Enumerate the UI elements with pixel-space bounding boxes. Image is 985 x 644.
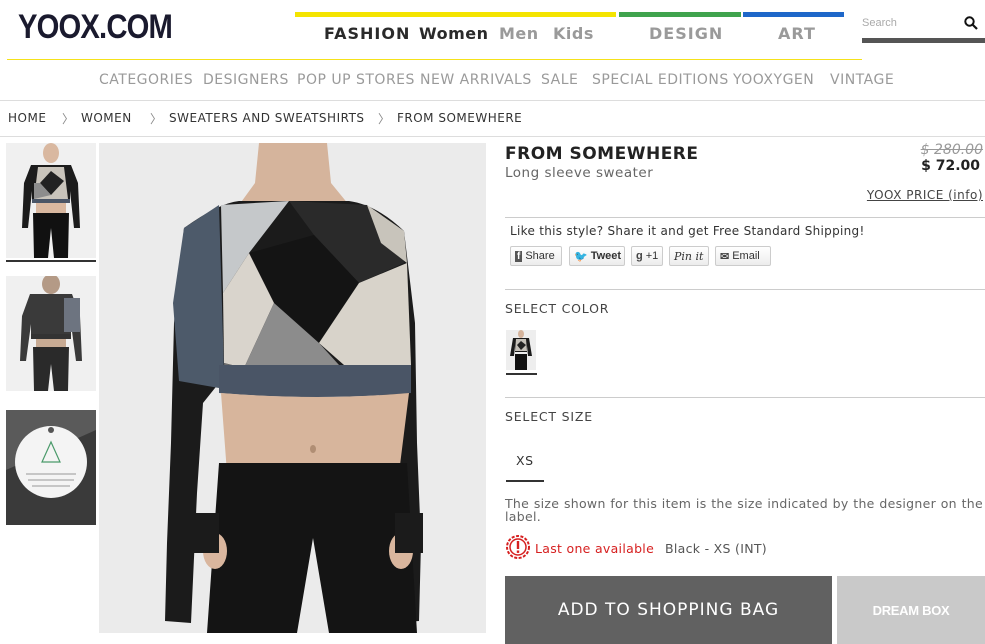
email-share-button[interactable]: ✉ Email	[715, 246, 771, 266]
email-label: Email	[732, 250, 760, 262]
warning-icon	[506, 535, 530, 559]
twitter-icon: 🐦	[574, 250, 588, 263]
plus-one-label: +1	[645, 250, 659, 262]
search-placeholder: Search	[862, 17, 897, 29]
color-swatch-black[interactable]	[506, 330, 536, 370]
breadcrumb-sweaters[interactable]: SWEATERS AND SWEATSHIRTS	[169, 111, 365, 125]
nav-fashion[interactable]: FASHION	[324, 24, 410, 43]
envelope-icon: ✉	[720, 250, 730, 263]
thumbnail-active-indicator	[6, 260, 96, 262]
search-input[interactable]: Search	[862, 12, 985, 36]
nav-design[interactable]: DESIGN	[649, 24, 723, 43]
original-price: $ 280.00	[920, 142, 983, 158]
sale-price: $ 72.00	[921, 158, 980, 174]
search-underline	[862, 38, 985, 43]
art-color-bar	[743, 12, 844, 17]
design-color-bar	[619, 12, 741, 17]
dream-box-button[interactable]: DREAM BOX	[837, 576, 985, 644]
search-icon[interactable]	[964, 16, 978, 30]
divider	[505, 397, 985, 398]
header-divider	[7, 59, 862, 60]
share-label: Share	[525, 250, 555, 262]
size-selected-indicator	[506, 480, 544, 482]
pinit-button[interactable]: Pin it	[669, 246, 709, 266]
size-note: The size shown for this item is the size…	[505, 496, 983, 524]
nav-kids[interactable]: Kids	[553, 24, 594, 43]
pinit-label: Pin it	[674, 249, 704, 263]
breadcrumb-women[interactable]: WOMEN	[81, 111, 132, 125]
divider	[0, 100, 985, 101]
fashion-color-bar	[295, 12, 616, 17]
catnav-vintage[interactable]: VINTAGE	[830, 72, 894, 88]
breadcrumb-home[interactable]: HOME	[8, 111, 46, 125]
nav-art[interactable]: ART	[778, 24, 816, 43]
selected-variant: Black - XS (INT)	[665, 541, 767, 556]
yoox-logo[interactable]: YOOX.COM	[18, 8, 173, 47]
tweet-button[interactable]: 🐦 Tweet	[569, 246, 625, 266]
breadcrumb-chevron-icon: 〉	[62, 112, 75, 126]
facebook-share-button[interactable]: f Share	[510, 246, 562, 266]
yoox-price-info-link[interactable]: YOOX PRICE (info)	[867, 188, 983, 202]
breadcrumb-chevron-icon: 〉	[150, 112, 163, 126]
catnav-yooxygen[interactable]: YOOXYGEN	[733, 72, 814, 88]
thumbnail-back[interactable]	[6, 276, 96, 391]
product-main-image[interactable]	[99, 143, 486, 633]
select-size-label: SELECT SIZE	[505, 409, 593, 424]
catnav-special-editions[interactable]: SPECIAL EDITIONS	[592, 72, 729, 88]
stock-warning: Last one available	[535, 541, 655, 556]
product-subtitle: Long sleeve sweater	[505, 165, 654, 181]
google-icon: g	[636, 250, 643, 262]
size-option-xs[interactable]: XS	[516, 453, 534, 468]
catnav-new-arrivals[interactable]: NEW ARRIVALS	[420, 72, 532, 88]
catnav-categories[interactable]: CATEGORIES	[99, 72, 193, 88]
google-plus-button[interactable]: g +1	[631, 246, 663, 266]
nav-men[interactable]: Men	[499, 24, 539, 43]
divider	[0, 136, 985, 137]
breadcrumb-chevron-icon: 〉	[378, 112, 391, 126]
divider	[505, 217, 985, 218]
nav-women[interactable]: Women	[419, 24, 488, 43]
divider	[505, 289, 985, 290]
breadcrumb-current: FROM SOMEWHERE	[397, 111, 523, 125]
tweet-label: Tweet	[590, 250, 622, 262]
catnav-designers[interactable]: DESIGNERS	[203, 72, 289, 88]
add-to-shopping-bag-button[interactable]: ADD TO SHOPPING BAG	[505, 576, 832, 644]
product-brand[interactable]: FROM SOMEWHERE	[505, 144, 699, 164]
thumbnail-front[interactable]	[6, 143, 96, 258]
thumbnail-label[interactable]	[6, 410, 96, 525]
share-promo-text: Like this style? Share it and get Free S…	[510, 224, 865, 238]
catnav-sale[interactable]: SALE	[541, 72, 578, 88]
catnav-popup-stores[interactable]: POP UP STORES	[297, 72, 415, 88]
color-selected-indicator	[506, 373, 537, 375]
facebook-icon: f	[515, 250, 523, 262]
select-color-label: SELECT COLOR	[505, 301, 610, 316]
